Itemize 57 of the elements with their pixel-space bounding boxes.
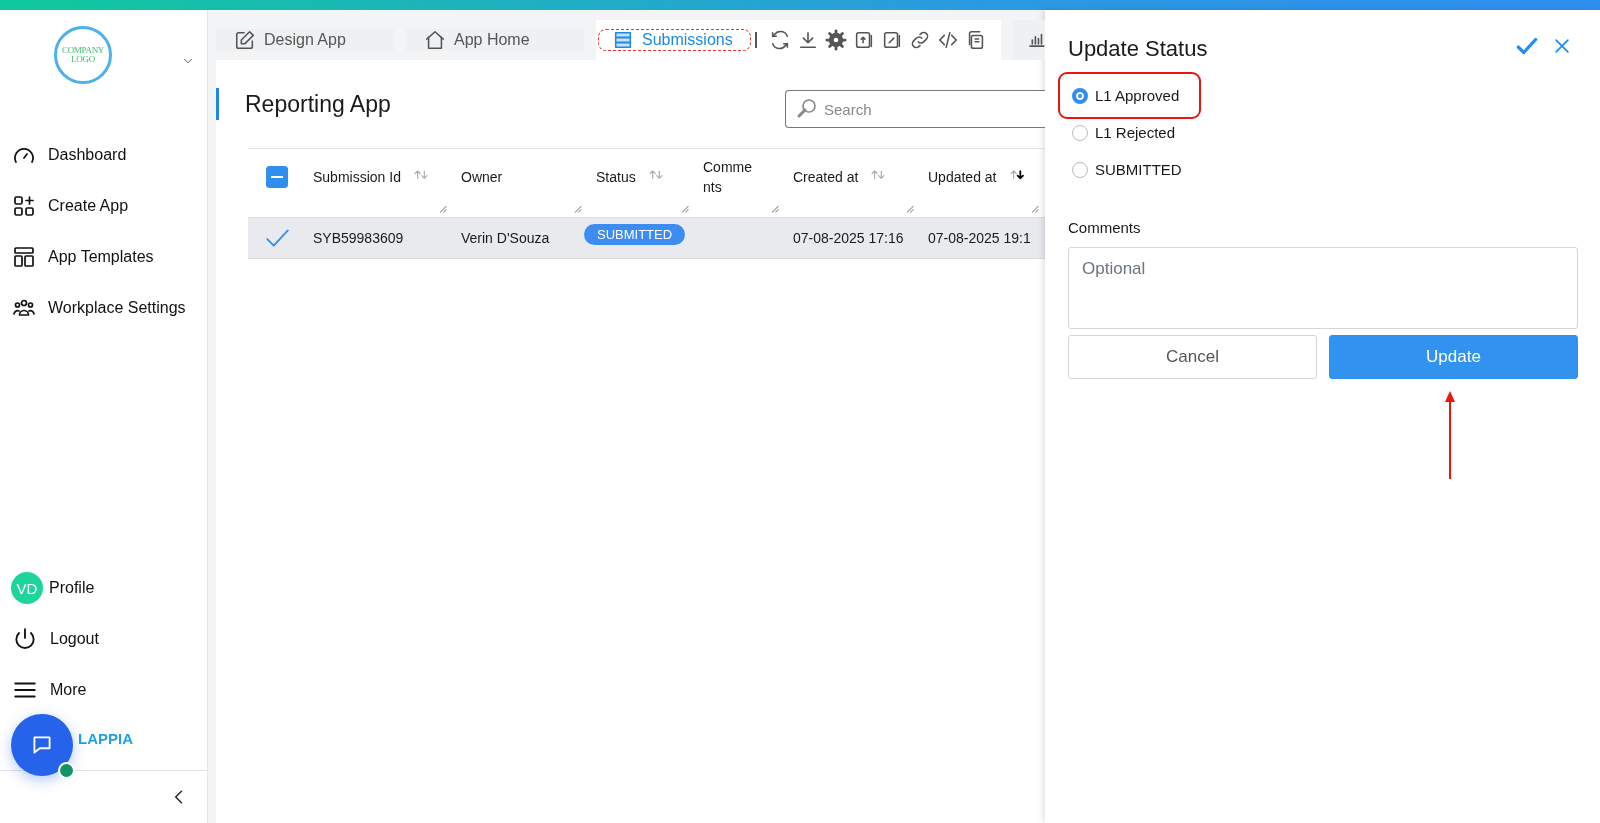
chat-button[interactable]	[11, 714, 73, 776]
nav-item[interactable]: App Templates	[12, 245, 154, 269]
status-badge: SUBMITTED	[584, 223, 686, 245]
tab[interactable]	[1012, 20, 1045, 60]
nav-item[interactable]: Logout	[12, 627, 99, 651]
resize-handle-icon[interactable]	[769, 203, 779, 213]
resize-handle-icon[interactable]	[437, 203, 447, 213]
status-dot	[58, 762, 75, 779]
panel-title: Update Status	[1068, 36, 1209, 62]
column-header[interactable]: Updated at	[928, 169, 997, 185]
cancel-button[interactable]: Cancel	[1068, 335, 1317, 379]
column-header[interactable]: Comments	[703, 157, 753, 197]
tab[interactable]: Design App	[216, 29, 394, 51]
divider	[754, 32, 757, 48]
avatar: VD	[11, 572, 43, 604]
resize-handle-icon[interactable]	[904, 203, 914, 213]
nav-item[interactable]: More	[12, 678, 87, 702]
table-cell: 07-08-2025 17:16	[793, 230, 904, 246]
home-icon	[424, 29, 446, 51]
table-cell: 07-08-2025 19:1	[928, 230, 1031, 246]
column-header[interactable]: Created at	[793, 169, 859, 185]
close-icon[interactable]	[1552, 36, 1572, 56]
table-cell: Verin D'Souza	[461, 230, 550, 246]
page-title: Reporting App	[245, 90, 392, 118]
layout-icon	[12, 245, 36, 269]
nav-item[interactable]: Create App	[12, 194, 129, 218]
radio-button[interactable]	[1072, 87, 1088, 104]
column-header[interactable]: Owner	[461, 169, 503, 185]
resize-handle-icon[interactable]	[679, 203, 689, 213]
code-icon[interactable]	[936, 29, 959, 51]
section-marker	[216, 88, 219, 120]
radio-button[interactable]	[1072, 124, 1088, 141]
table-cell: SYB59983609	[313, 230, 404, 246]
edit-icon	[234, 29, 256, 51]
list-icon	[612, 29, 634, 51]
comments-field[interactable]: Optional	[1068, 247, 1578, 329]
radio-option[interactable]: L1 Rejected	[1072, 122, 1176, 143]
search-field[interactable]: Search	[785, 90, 1045, 128]
company-logo: COMPANY LOGO	[54, 26, 112, 84]
nav-item[interactable]: Dashboard	[12, 143, 127, 167]
table-row[interactable]: SYB59983609 Verin D'Souza SUBMITTED 07-08-2025 17:16 07-08-2025 19:1	[248, 218, 1045, 259]
resize-handle-icon[interactable]	[572, 203, 582, 213]
brand-name: LAPPIA	[78, 729, 133, 747]
resize-handle-icon[interactable]	[1029, 203, 1039, 213]
radio-button[interactable]	[1072, 161, 1088, 178]
search-icon	[795, 96, 819, 120]
radio-option[interactable]: L1 Approved	[1072, 85, 1180, 106]
gear-icon[interactable]	[824, 29, 847, 51]
radio-option[interactable]: SUBMITTED	[1072, 159, 1182, 180]
power-icon	[12, 626, 38, 652]
field-label: Comments	[1068, 219, 1142, 236]
column-header[interactable]: Submission Id	[313, 169, 401, 185]
nav-item[interactable]: Workplace Settings	[12, 296, 186, 320]
select-all-checkbox[interactable]	[265, 166, 288, 188]
grid-plus-icon	[12, 194, 36, 218]
tab[interactable]: App Home	[406, 29, 584, 51]
column-header[interactable]: Status	[596, 169, 636, 185]
